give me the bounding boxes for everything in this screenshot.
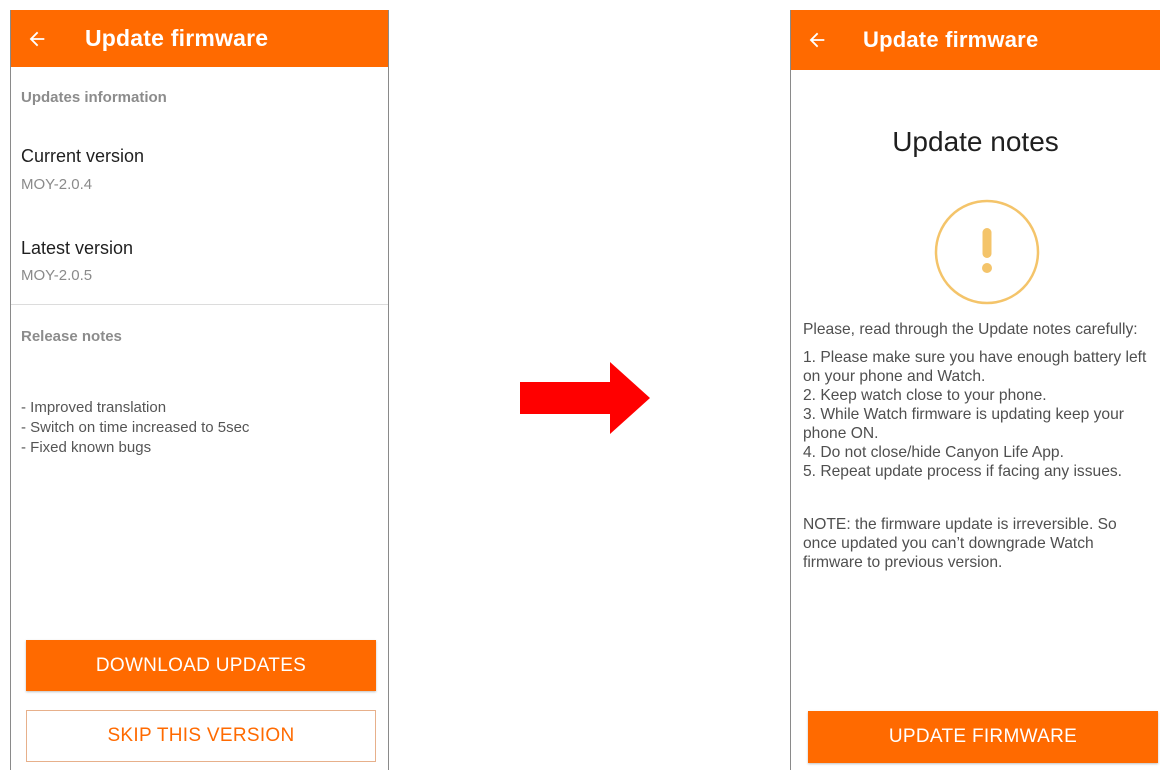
current-version-value: MOY-2.0.4: [21, 176, 93, 193]
section-divider: [11, 304, 388, 305]
back-button[interactable]: [13, 10, 61, 67]
update-firmware-screen: Update firmware Updates information Curr…: [10, 10, 389, 770]
irreversible-note: NOTE: the firmware update is irreversibl…: [803, 516, 1117, 571]
latest-version-label: Latest version: [21, 238, 134, 258]
page-title: Update firmware: [863, 27, 1039, 52]
right-arrow-icon: [520, 362, 650, 434]
update-notes-heading: Update notes: [892, 126, 1059, 157]
back-button[interactable]: [793, 10, 841, 70]
release-notes-list: - Improved translation - Switch on time …: [21, 398, 249, 458]
release-note-item: - Fixed known bugs: [21, 439, 152, 456]
skip-version-button[interactable]: SKIP THIS VERSION: [26, 710, 376, 762]
update-step: 3. While Watch firmware is updating keep…: [803, 406, 1124, 442]
latest-version-value: MOY-2.0.5: [21, 267, 93, 284]
arrow-left-icon: [809, 32, 825, 48]
release-note-item: - Improved translation: [21, 399, 167, 416]
app-bar: Update firmware: [11, 10, 388, 67]
page-title: Update firmware: [85, 25, 269, 51]
update-notes-screen: Update firmware Update notes Please, rea…: [790, 10, 1160, 770]
update-steps-list: 1. Please make sure you have enough batt…: [803, 348, 1160, 481]
app-bar: Update firmware: [791, 10, 1160, 70]
download-updates-button[interactable]: DOWNLOAD UPDATES: [26, 640, 376, 691]
update-notes-intro: Please, read through the Update notes ca…: [803, 321, 1138, 338]
current-version-label: Current version: [21, 146, 145, 166]
arrow-left-icon: [29, 31, 45, 46]
update-step: 2. Keep watch close to your phone.: [803, 387, 1047, 404]
update-step: 5. Repeat update process if facing any i…: [803, 463, 1122, 480]
updates-information-header: Updates information: [21, 89, 167, 106]
release-note-item: - Switch on time increased to 5sec: [21, 419, 250, 436]
release-notes-header: Release notes: [21, 328, 122, 345]
update-step: 4. Do not close/hide Canyon Life App.: [803, 444, 1064, 461]
update-step: 1. Please make sure you have enough batt…: [803, 349, 1147, 385]
update-firmware-button[interactable]: UPDATE FIRMWARE: [808, 711, 1158, 763]
exclamation-circle-icon: [934, 199, 1040, 305]
